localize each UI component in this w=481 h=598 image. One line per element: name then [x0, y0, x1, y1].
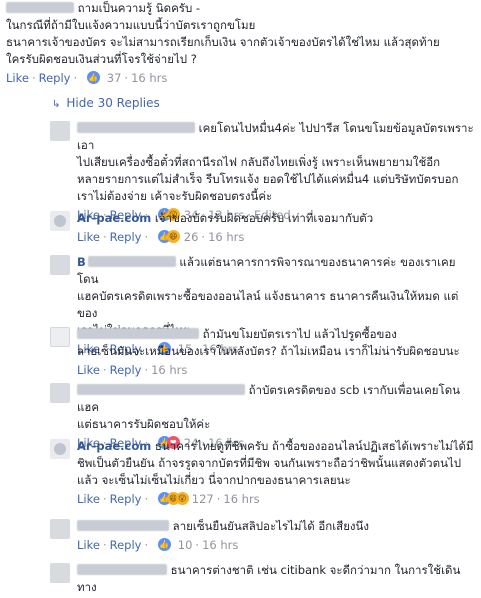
top-comment: ถามเป็นความรู้ นิดครับ - ในกรณีที่ถ้ามีใ…: [6, 0, 476, 86]
comment-actions: Like · Reply · 👍 😆 26 · 16 hrs: [77, 230, 245, 244]
reply-item: เคยโดนไปหมื่น4ค่ะ ไปปารีส โดนขโมยข้อมูลบ…: [50, 120, 474, 223]
comment-actions: Like · Reply · 👍 10 · 16 hrs: [77, 538, 239, 552]
hide-replies-link[interactable]: ↳ Hide 30 Replies: [52, 96, 160, 110]
like-link[interactable]: Like: [77, 492, 100, 506]
reaction-count[interactable]: 37: [107, 71, 122, 85]
comment-text: ถามเป็นความรู้ นิดครับ - ในกรณีที่ถ้ามีใ…: [6, 1, 440, 66]
author-name-blurred[interactable]: [77, 328, 199, 339]
reactions-icon[interactable]: 👍 😆: [157, 230, 181, 243]
avatar[interactable]: [50, 121, 70, 141]
timestamp[interactable]: 16 hrs: [151, 363, 187, 377]
reply-item: ธนาคารต่างชาติ เช่น citibank จะดีกว่ามาก…: [50, 562, 474, 596]
avatar[interactable]: [50, 439, 70, 459]
avatar[interactable]: [50, 211, 70, 231]
reaction-count[interactable]: 127: [192, 492, 214, 506]
timestamp[interactable]: 16 hrs: [223, 492, 259, 506]
timestamp[interactable]: 16 hrs: [202, 538, 238, 552]
reply-link[interactable]: Reply: [110, 538, 142, 552]
author-name[interactable]: B: [77, 255, 86, 269]
author-name[interactable]: Ar-pae.com: [77, 439, 151, 453]
comment-actions: Like · Reply · 👍 😆 😮 127 · 16 hrs: [77, 492, 260, 506]
like-link[interactable]: Like: [77, 538, 100, 552]
reply-link[interactable]: Reply: [110, 230, 142, 244]
like-link[interactable]: Like: [77, 363, 100, 377]
reaction-count[interactable]: 26: [184, 230, 199, 244]
reply-item: ถ้ามันขโมยบัตรเราไป แล้วไปรูดซื้อของ ลาย…: [50, 326, 474, 378]
like-link[interactable]: Like: [6, 71, 29, 85]
comment-actions: Like · Reply · 👍 37 · 16 hrs: [6, 71, 168, 85]
reply-arrow-icon: ↳: [52, 99, 61, 110]
avatar[interactable]: [50, 563, 70, 583]
reply-link[interactable]: Reply: [110, 363, 142, 377]
avatar[interactable]: [50, 327, 70, 347]
author-name[interactable]: Ar-pae.com: [77, 211, 151, 225]
author-name-blurred: [87, 256, 176, 267]
reply-item: Ar-pae.com เจ้าของบัตรรับผิดชอบครับ เท่า…: [50, 210, 474, 245]
avatar[interactable]: [50, 255, 70, 275]
reply-link[interactable]: Reply: [39, 71, 71, 85]
author-name-blurred[interactable]: [77, 122, 195, 133]
reactions-icon[interactable]: 👍: [86, 71, 104, 84]
author-name-blurred[interactable]: [6, 2, 74, 13]
avatar[interactable]: [50, 519, 70, 539]
like-link[interactable]: Like: [77, 230, 100, 244]
avatar[interactable]: [50, 383, 70, 403]
reaction-count[interactable]: 10: [178, 538, 193, 552]
comment-actions: Like · Reply · 16 hrs: [77, 363, 188, 377]
author-name-blurred[interactable]: [77, 564, 167, 575]
author-name-blurred[interactable]: [77, 520, 169, 531]
reactions-icon[interactable]: 👍 😆 😮: [157, 492, 189, 505]
timestamp[interactable]: 16 hrs: [131, 71, 167, 85]
reactions-icon[interactable]: 👍: [157, 538, 175, 551]
reply-item: ลายเซ็นยืนยันสลิปอะไรไม่ได้ อีกเสียงนึง …: [50, 518, 474, 553]
author-name-blurred[interactable]: [77, 384, 245, 395]
timestamp[interactable]: 16 hrs: [208, 230, 244, 244]
reply-item: Ar-pae.com ธนาคารไทยดูที่ชิพครับ ถ้าซื้อ…: [50, 438, 474, 507]
reply-link[interactable]: Reply: [110, 492, 142, 506]
